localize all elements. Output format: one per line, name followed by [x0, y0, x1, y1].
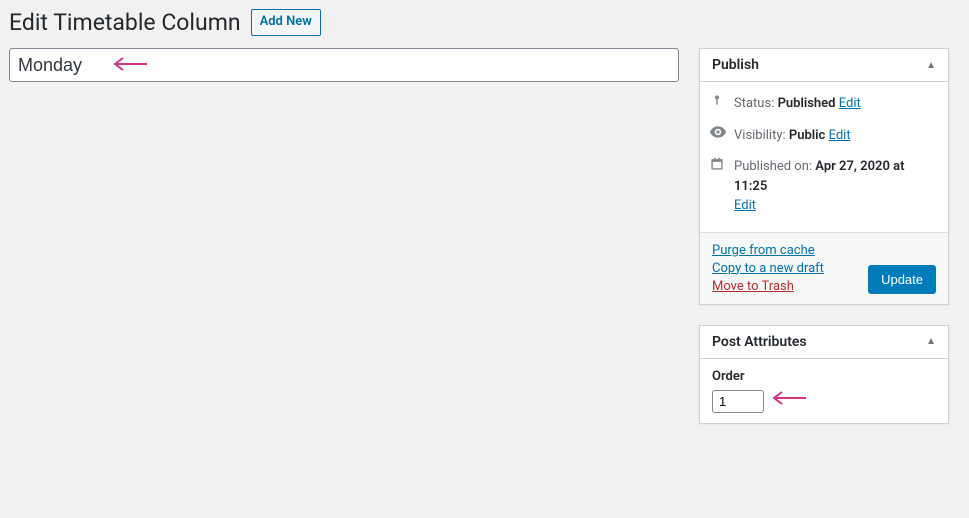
purge-cache-link[interactable]: Purge from cache: [712, 243, 824, 258]
publish-box-header[interactable]: Publish ▲: [700, 49, 948, 82]
status-edit-link[interactable]: Edit: [839, 96, 861, 111]
annotation-arrow-order: [768, 387, 808, 409]
visibility-value: Public: [789, 128, 825, 143]
collapse-icon: ▲: [926, 60, 936, 71]
update-button[interactable]: Update: [868, 265, 936, 294]
post-attributes-header[interactable]: Post Attributes ▲: [700, 326, 948, 359]
visibility-edit-link[interactable]: Edit: [829, 128, 851, 143]
add-new-button[interactable]: Add New: [251, 9, 321, 36]
post-attributes-box: Post Attributes ▲ Order: [699, 325, 949, 424]
post-title-input[interactable]: [9, 48, 679, 82]
pin-icon: [710, 94, 726, 108]
publish-box-title: Publish: [712, 57, 759, 73]
eye-icon: [710, 126, 726, 138]
order-label: Order: [712, 369, 936, 384]
visibility-label: Visibility:: [734, 128, 786, 143]
calendar-icon: [710, 157, 726, 171]
move-to-trash-link[interactable]: Move to Trash: [712, 279, 824, 294]
copy-draft-link[interactable]: Copy to a new draft: [712, 261, 824, 276]
page-title: Edit Timetable Column: [9, 9, 241, 36]
status-value: Published: [778, 96, 836, 111]
publish-box: Publish ▲ Status: Published Edit: [699, 48, 949, 305]
published-label: Published on:: [734, 159, 812, 174]
post-attributes-title: Post Attributes: [712, 334, 807, 350]
order-input[interactable]: [712, 390, 764, 413]
collapse-icon: ▲: [926, 336, 936, 347]
status-label: Status:: [734, 96, 774, 111]
published-edit-link[interactable]: Edit: [734, 198, 756, 213]
